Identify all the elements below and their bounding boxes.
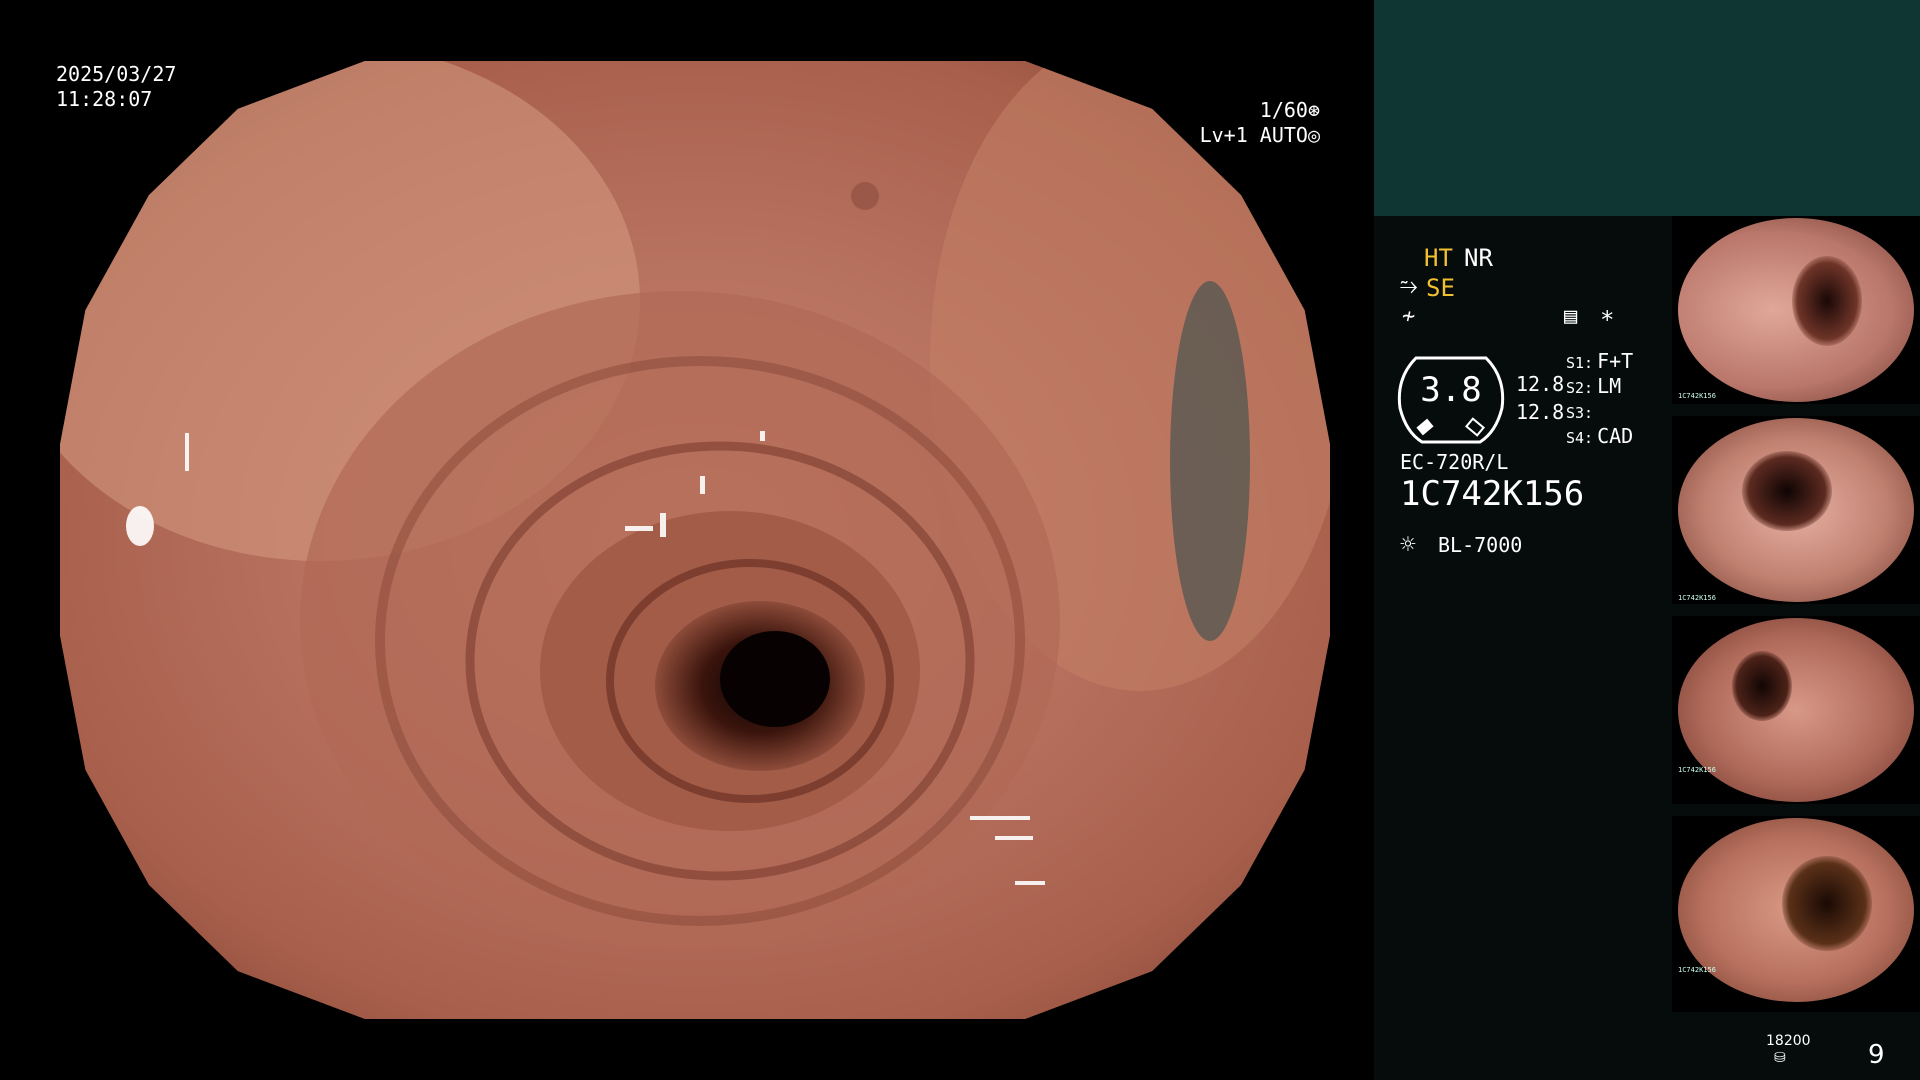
timestamp: 2025/03/27 11:28:07 xyxy=(56,62,176,112)
light-icon: ☼ xyxy=(1400,530,1416,560)
se-indicator: SE xyxy=(1426,274,1455,302)
exposure-level: Lv+1 AUTO xyxy=(1199,123,1308,147)
slot-2-value: LM xyxy=(1597,374,1622,398)
thumbnail-2[interactable]: 1C742K156 xyxy=(1672,416,1920,604)
shutter-icon: ⊛ xyxy=(1307,98,1320,122)
thumbnail-3-serial: 1C742K156 xyxy=(1678,766,1716,774)
thumbnail-4-serial: 1C742K156 xyxy=(1678,966,1716,974)
ht-indicator: HT xyxy=(1424,244,1453,272)
thumbnail-4[interactable]: 1C742K156 xyxy=(1672,816,1920,1012)
gauge-value: 3.8 xyxy=(1420,370,1482,410)
value-2: 12.8 xyxy=(1516,400,1565,424)
color-mode-icon: ≁ xyxy=(1402,304,1416,329)
slot-4-value: CAD xyxy=(1597,424,1634,448)
slot-3-key: S3: xyxy=(1566,404,1594,422)
scope-serial: 1C742K156 xyxy=(1400,474,1585,514)
settings-icon: ▤ xyxy=(1564,304,1578,329)
status-panel: HT NR ⥲ SE ≁ ▤ * 3.8 12.8 12.8 S1: F+T S2… xyxy=(1374,0,1920,1080)
exposure-info: 1/60⊛ Lv+1 AUTO◎ xyxy=(1200,98,1320,148)
time-text: 11:28:07 xyxy=(56,87,153,111)
scope-model: EC-720R/L xyxy=(1400,450,1509,474)
slot-2: S2: LM xyxy=(1566,374,1621,398)
image-count: 9 xyxy=(1868,1040,1885,1070)
date-text: 2025/03/27 xyxy=(56,62,177,86)
thumbnail-1[interactable]: 1C742K156 xyxy=(1672,216,1920,404)
value-1: 12.8 xyxy=(1516,372,1565,396)
slot-1-key: S1: xyxy=(1566,354,1594,372)
slot-4-key: S4: xyxy=(1566,429,1594,447)
structure-enhancement-icon: ⥲ xyxy=(1400,274,1418,299)
thumbnail-2-lumen xyxy=(1742,451,1832,531)
thumbnail-1-lumen xyxy=(1792,256,1862,346)
thumbnail-4-lumen xyxy=(1782,856,1872,951)
thumbnail-3-image xyxy=(1678,618,1914,802)
storage-icon: ⛁ xyxy=(1774,1050,1786,1066)
thumbnail-2-serial: 1C742K156 xyxy=(1678,594,1716,602)
thumbnail-3-lumen xyxy=(1732,651,1792,721)
shutter-speed: 1/60 xyxy=(1259,98,1308,122)
light-source: BL-7000 xyxy=(1438,533,1523,557)
thumbnail-1-serial: 1C742K156 xyxy=(1678,392,1716,400)
slot-1-value: F+T xyxy=(1597,349,1634,373)
slot-4: S4: CAD xyxy=(1566,424,1633,448)
slot-1: S1: F+T xyxy=(1566,349,1633,373)
star-indicator: * xyxy=(1600,306,1615,334)
auto-iris-icon: ◎ xyxy=(1307,123,1320,147)
slot-2-key: S2: xyxy=(1566,379,1594,397)
thumbnail-3[interactable]: 1C742K156 xyxy=(1672,616,1920,804)
gauge: 3.8 xyxy=(1396,352,1506,444)
nr-indicator: NR xyxy=(1464,244,1493,272)
endoscope-live-view xyxy=(60,61,1330,1019)
storage-count: 18200 xyxy=(1766,1033,1811,1049)
slot-3: S3: xyxy=(1566,399,1597,423)
mucosa-illustration xyxy=(60,61,1330,951)
panel-header-area xyxy=(1374,0,1920,216)
